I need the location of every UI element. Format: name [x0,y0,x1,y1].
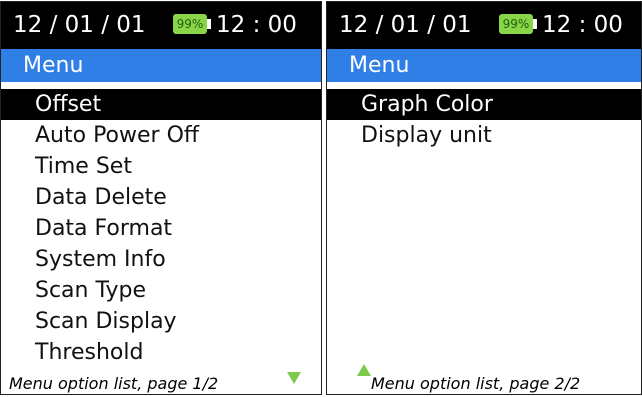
menu-item-time-set[interactable]: Time Set [1,151,321,182]
menu-screen-page-2: 12 / 01 / 01 99% 12 : 00 Menu Graph Colo… [326,1,642,395]
menu-item-system-info[interactable]: System Info [1,244,321,275]
status-date: 12 / 01 / 01 [339,12,472,38]
status-date: 12 / 01 / 01 [13,12,146,38]
menu-item-threshold[interactable]: Threshold [1,337,321,368]
menu-item-display-unit[interactable]: Display unit [327,120,641,151]
menu-item-offset[interactable]: Offset [1,89,321,120]
menu-title: Menu [327,49,641,82]
menu-item-data-format[interactable]: Data Format [1,213,321,244]
status-bar: 12 / 01 / 01 99% 12 : 00 [327,2,641,49]
page-caption: Menu option list, page 2/2 [371,374,581,393]
menu-item-scan-display[interactable]: Scan Display [1,306,321,337]
battery-level: 99% [502,17,530,31]
menu-screen-page-1: 12 / 01 / 01 99% 12 : 00 Menu Offset Aut… [0,1,322,395]
status-time: 12 : 00 [216,12,297,38]
menu-item-graph-color[interactable]: Graph Color [327,89,641,120]
menu-item-auto-power-off[interactable]: Auto Power Off [1,120,321,151]
chevron-down-icon[interactable] [287,372,301,384]
status-bar: 12 / 01 / 01 99% 12 : 00 [1,2,321,49]
battery-icon: 99% [173,14,213,34]
battery-icon: 99% [499,14,539,34]
menu-list: Graph Color Display unit [327,89,641,151]
menu-list: Offset Auto Power Off Time Set Data Dele… [1,89,321,368]
battery-level: 99% [176,17,204,31]
menu-item-scan-type[interactable]: Scan Type [1,275,321,306]
battery-tip [207,19,211,29]
status-time: 12 : 00 [542,12,623,38]
battery-tip [533,19,537,29]
chevron-up-icon[interactable] [357,364,371,376]
menu-title: Menu [1,49,321,82]
page-caption: Menu option list, page 1/2 [9,374,219,393]
menu-item-data-delete[interactable]: Data Delete [1,182,321,213]
